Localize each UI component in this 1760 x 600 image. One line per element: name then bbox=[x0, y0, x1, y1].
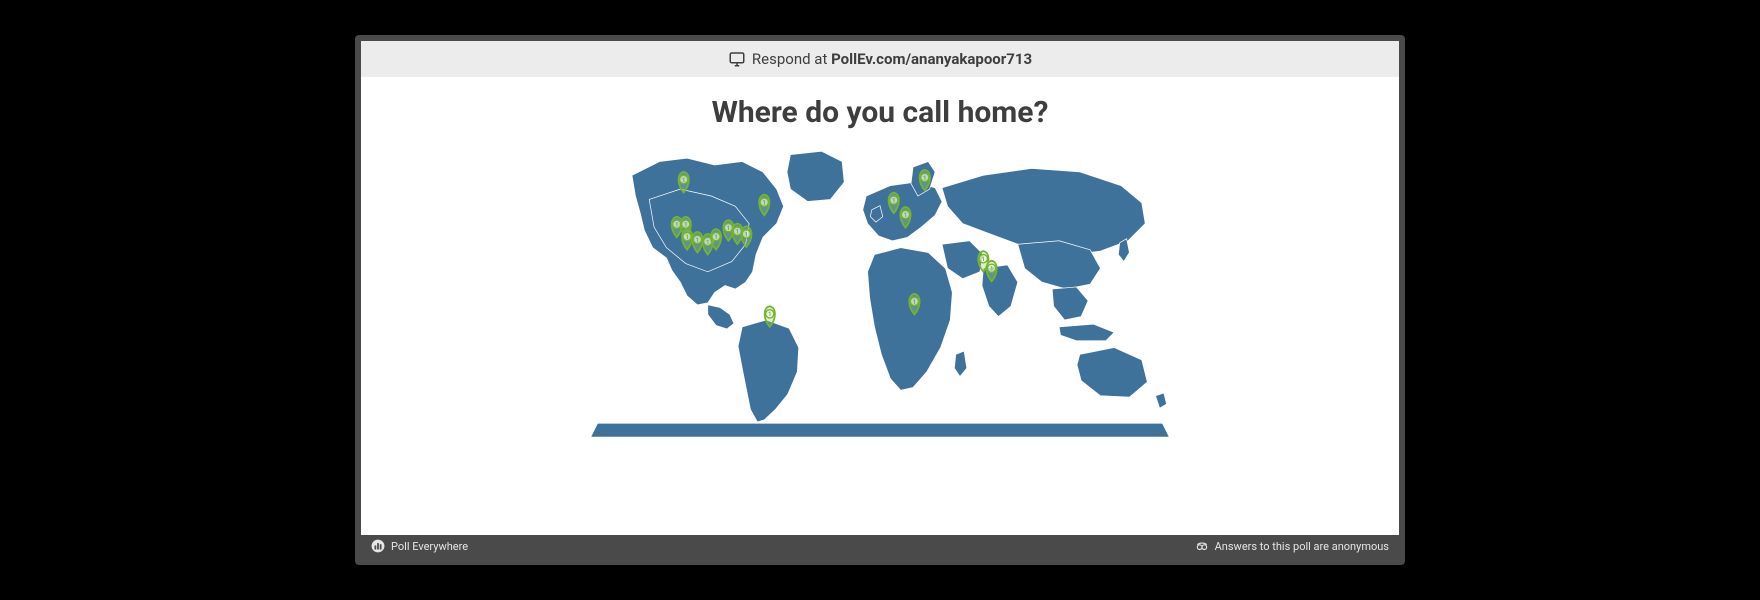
pin-count: 1 bbox=[913, 298, 917, 306]
footer-bar: Poll Everywhere Answers to this poll are… bbox=[361, 535, 1399, 559]
poll-slide: Respond at PollEv.com/ananyakapoor713 Wh… bbox=[361, 41, 1399, 535]
pin-count: 1 bbox=[696, 236, 700, 244]
pin-count: 1 bbox=[982, 255, 986, 263]
pin-count: 1 bbox=[682, 176, 686, 184]
anonymous-text: Answers to this poll are anonymous bbox=[1215, 540, 1389, 553]
mask-icon bbox=[1195, 539, 1209, 553]
respond-bar: Respond at PollEv.com/ananyakapoor713 bbox=[361, 41, 1399, 77]
pin-count: 1 bbox=[745, 230, 749, 238]
pin-count: 1 bbox=[768, 310, 772, 318]
pin-count: 1 bbox=[762, 199, 766, 207]
pin-count: 1 bbox=[706, 238, 710, 246]
presentation-frame: Respond at PollEv.com/ananyakapoor713 Wh… bbox=[355, 35, 1405, 565]
pin-count: 1 bbox=[990, 265, 994, 273]
pin-count: 1 bbox=[923, 174, 927, 182]
pin-count: 1 bbox=[727, 224, 731, 232]
pin-count: 1 bbox=[685, 233, 689, 241]
respond-text: Respond at PollEv.com/ananyakapoor713 bbox=[752, 50, 1032, 68]
brand-name: Poll Everywhere bbox=[391, 540, 468, 553]
pin-count: 1 bbox=[684, 221, 688, 229]
brand-logo-icon bbox=[371, 539, 385, 553]
respond-icon bbox=[728, 50, 746, 68]
world-map[interactable]: 111111111111111111 bbox=[361, 134, 1399, 535]
anonymous-notice: Answers to this poll are anonymous bbox=[1195, 539, 1389, 553]
respond-prefix: Respond at bbox=[752, 50, 827, 68]
respond-url[interactable]: PollEv.com/ananyakapoor713 bbox=[831, 50, 1032, 68]
pin-count: 1 bbox=[714, 233, 718, 241]
pin-count: 1 bbox=[892, 197, 896, 205]
poll-question: Where do you call home? bbox=[361, 95, 1399, 130]
pin-count: 1 bbox=[904, 211, 908, 219]
brand: Poll Everywhere bbox=[371, 539, 468, 553]
pin-count: 1 bbox=[675, 221, 679, 229]
pin-count: 1 bbox=[736, 228, 740, 236]
